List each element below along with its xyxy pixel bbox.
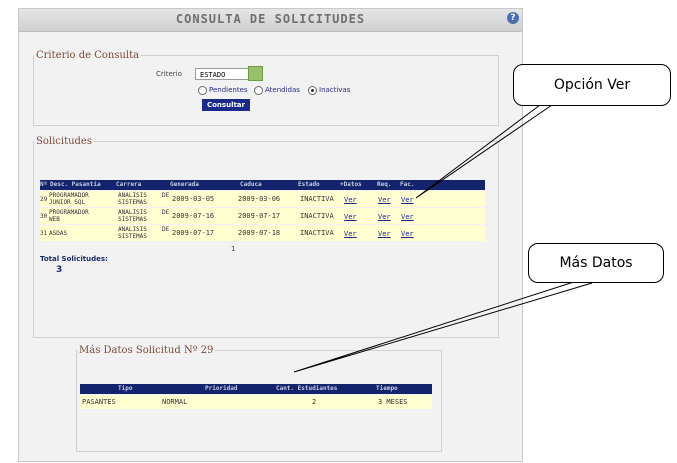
col-cantidad: Cant. Estudiantes (276, 385, 338, 392)
row-carrera-line2: SISTEMAS (118, 233, 147, 240)
row-desc-line1: PROGRAMADOR (49, 209, 89, 216)
row-generada: 2009-07-17 (172, 229, 215, 237)
row-num: 31 (40, 230, 48, 237)
ver-datos-link[interactable]: Ver (344, 213, 357, 221)
row-desc-line1: PROGRAMADOR (49, 192, 89, 199)
panel-title: CONSULTA DE SOLICITUDES (175, 12, 366, 26)
col-tipo: Tipo (118, 385, 133, 392)
row-carrera-line2: SISTEMAS (118, 199, 147, 206)
row-carrera-de: DE (162, 209, 170, 216)
row-caduca: 2009-03-06 (238, 195, 281, 203)
col-tiempo: Tiempo (376, 385, 398, 392)
table-row: 29 PROGRAMADOR JUNIOR SQL ANALISIS SISTE… (40, 191, 485, 207)
ver-fac-link[interactable]: Ver (401, 213, 414, 221)
row-carrera-line2: SISTEMAS (118, 216, 147, 223)
row-carrera-de: DE (162, 226, 170, 233)
criteria-legend: Criterio de Consulta (36, 50, 140, 61)
ver-fac-link[interactable]: Ver (401, 196, 414, 204)
radio-atendidas-label: Atendidas (265, 86, 300, 94)
mas-datos-legend: Más Datos Solicitud Nº 29 (79, 345, 214, 356)
table-row: 30 PROGRAMADOR WEB ANALISIS SISTEMAS DE … (40, 208, 485, 224)
row-generada: 2009-03-05 (172, 195, 215, 203)
tiempo-value: 3 MESES (378, 398, 408, 406)
radio-inactivas-label: Inactivas (319, 86, 351, 94)
panel-header: CONSULTA DE SOLICITUDES (19, 9, 522, 32)
col-estado: Estado (298, 181, 320, 188)
ver-req-link[interactable]: Ver (378, 230, 391, 238)
ver-req-link[interactable]: Ver (378, 196, 391, 204)
row-carrera-de: DE (162, 192, 170, 199)
col-caduca: Caduca (240, 181, 262, 188)
page-number-link[interactable]: 1 (231, 245, 235, 253)
row-carrera-line1: ANALISIS (118, 192, 147, 199)
row-desc-line2: JUNIOR SQL (49, 199, 86, 206)
criteria-select[interactable]: ESTADO (195, 68, 255, 80)
row-num: 29 (40, 196, 48, 203)
row-estado: INACTIVA (300, 212, 334, 220)
row-generada: 2009-07-16 (172, 212, 215, 220)
consultar-button[interactable]: Consultar (202, 99, 250, 111)
col-datos: +Datos (340, 181, 362, 188)
solicitudes-table-header: Nº Desc. Pasantía Carrera Generada Caduc… (40, 180, 485, 190)
col-desc: Desc. Pasantía (50, 181, 101, 188)
ver-datos-link[interactable]: Ver (344, 196, 357, 204)
row-caduca: 2009-07-18 (238, 229, 281, 237)
callout-mas-datos: Más Datos (528, 243, 664, 283)
mas-datos-row: PASANTES NORMAL 2 3 MESES (80, 395, 432, 409)
radio-pendientes[interactable] (198, 86, 207, 95)
row-estado: INACTIVA (300, 195, 334, 203)
total-label: Total Solicitudes: (40, 255, 108, 263)
ver-req-link[interactable]: Ver (378, 213, 391, 221)
row-carrera-line1: ANALISIS (118, 209, 147, 216)
radio-atendidas[interactable] (254, 86, 263, 95)
prioridad-value: NORMAL (162, 398, 188, 406)
select-dropdown-icon[interactable] (248, 66, 263, 81)
cantidad-value: 2 (312, 398, 317, 406)
row-num: 30 (40, 213, 48, 220)
row-carrera-line1: ANALISIS (118, 226, 147, 233)
ver-fac-link[interactable]: Ver (401, 230, 414, 238)
callout-opcion-ver: Opción Ver (513, 64, 671, 106)
total-value: 3 (56, 265, 63, 275)
radio-inactivas[interactable] (308, 86, 317, 95)
row-desc-line1: ASDAS (49, 230, 68, 237)
table-row: 31 ASDAS ANALISIS SISTEMAS DE 2009-07-17… (40, 225, 485, 241)
row-caduca: 2009-07-17 (238, 212, 281, 220)
mas-datos-table-header: Tipo Prioridad Cant. Estudiantes Tiempo (80, 384, 432, 394)
col-req: Req. (377, 181, 392, 188)
criteria-field-label: Criterio (156, 70, 182, 78)
row-estado: INACTIVA (300, 229, 334, 237)
col-prioridad: Prioridad (205, 385, 238, 392)
ver-datos-link[interactable]: Ver (344, 230, 357, 238)
tipo-value: PASANTES (82, 398, 116, 406)
col-fac: Fac. (400, 181, 415, 188)
col-num: Nº (40, 181, 48, 188)
col-generada: Generada (170, 181, 199, 188)
help-icon[interactable]: ? (507, 12, 519, 24)
col-carrera: Carrera (116, 181, 142, 188)
row-desc-line2: WEB (49, 216, 60, 223)
solicitudes-legend: Solicitudes (36, 136, 92, 147)
radio-pendientes-label: Pendientes (209, 86, 248, 94)
